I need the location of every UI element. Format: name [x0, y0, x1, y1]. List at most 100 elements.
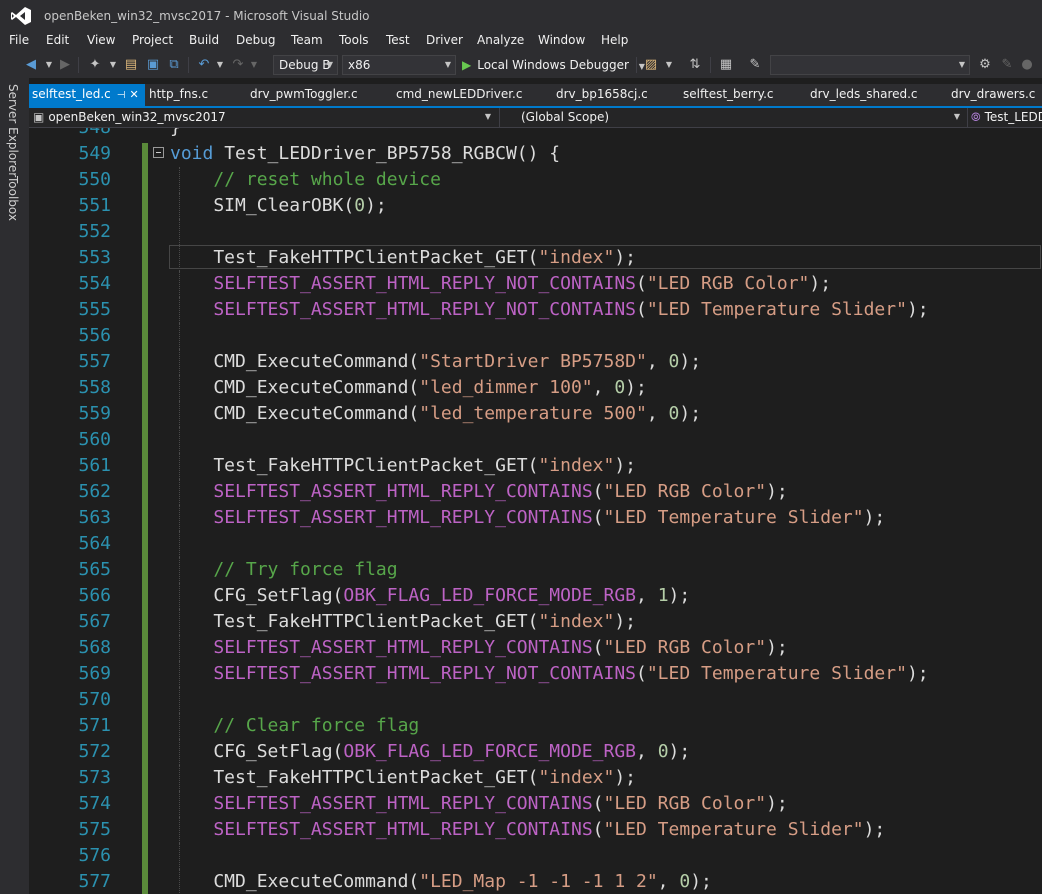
- code-token: SELFTEST_ASSERT_HTML_REPLY_CONTAINS: [213, 637, 593, 658]
- code-line[interactable]: 571 // Clear force flag: [29, 713, 1042, 739]
- code-line[interactable]: 572 CFG_SetFlag(OBK_FLAG_LED_FORCE_MODE_…: [29, 739, 1042, 765]
- menu-project[interactable]: Project: [132, 33, 173, 47]
- code-line[interactable]: 560: [29, 427, 1042, 453]
- code-line[interactable]: 553 Test_FakeHTTPClientPacket_GET("index…: [29, 245, 1042, 271]
- code-token: );: [668, 585, 691, 606]
- undo-dropdown-icon[interactable]: ▼: [211, 56, 229, 74]
- code-line[interactable]: 548}: [29, 128, 1042, 141]
- step-icon[interactable]: ⇅: [686, 56, 704, 74]
- code-token: );: [766, 793, 788, 814]
- scope-select[interactable]: (Global Scope) ▼: [521, 108, 966, 126]
- comment-icon[interactable]: ▦: [717, 56, 735, 74]
- line-number: 566: [78, 585, 111, 606]
- tab-drv-leds-shared[interactable]: drv_leds_shared.c: [810, 87, 918, 101]
- tab-drv-bp1658cj[interactable]: drv_bp1658cj.c: [556, 87, 648, 101]
- project-select[interactable]: ▣ openBeken_win32_mvsc2017 ▼: [33, 108, 497, 126]
- tab-drv-pwmtoggler[interactable]: drv_pwmToggler.c: [250, 87, 358, 101]
- code-line[interactable]: 564: [29, 531, 1042, 557]
- code-line[interactable]: 556: [29, 323, 1042, 349]
- pin-icon[interactable]: ⊣: [117, 90, 126, 101]
- code-line[interactable]: 569 SELFTEST_ASSERT_HTML_REPLY_NOT_CONTA…: [29, 661, 1042, 687]
- menu-debug[interactable]: Debug: [236, 33, 275, 47]
- code-line[interactable]: 566 CFG_SetFlag(OBK_FLAG_LED_FORCE_MODE_…: [29, 583, 1042, 609]
- code-token: (: [636, 299, 647, 320]
- code-token: "LED Temperature Slider": [603, 507, 864, 528]
- code-line[interactable]: 562 SELFTEST_ASSERT_HTML_REPLY_CONTAINS(…: [29, 479, 1042, 505]
- code-line[interactable]: 552: [29, 219, 1042, 245]
- menu-tools[interactable]: Tools: [339, 33, 369, 47]
- code-line[interactable]: 549 void Test_LEDDriver_BP5758_RGBCW() {: [29, 141, 1042, 167]
- toolbox-tab[interactable]: Toolbox: [6, 176, 20, 221]
- menu-team[interactable]: Team: [291, 33, 323, 47]
- menu-analyze[interactable]: Analyze: [477, 33, 524, 47]
- code-line[interactable]: 563 SELFTEST_ASSERT_HTML_REPLY_CONTAINS(…: [29, 505, 1042, 531]
- code-line[interactable]: 568 SELFTEST_ASSERT_HTML_REPLY_CONTAINS(…: [29, 635, 1042, 661]
- find-combo-input[interactable]: ▼: [770, 55, 970, 75]
- line-number: 569: [78, 663, 111, 684]
- build-icon[interactable]: ⚙: [976, 56, 994, 74]
- collapse-icon[interactable]: [153, 147, 164, 158]
- server-explorer-tab[interactable]: Server Explorer: [6, 84, 20, 177]
- publish-icon[interactable]: ●: [1018, 56, 1036, 74]
- solution-configuration-select[interactable]: Debug B ▼: [273, 55, 338, 75]
- chevron-down-icon: ▼: [958, 60, 965, 69]
- menu-file[interactable]: File: [9, 33, 29, 47]
- open-file-icon[interactable]: ▤: [122, 56, 140, 74]
- menu-view[interactable]: View: [87, 33, 115, 47]
- code-line[interactable]: 550 // reset whole device: [29, 167, 1042, 193]
- code-token: );: [614, 611, 637, 632]
- solution-platform-select[interactable]: x86 ▼: [342, 55, 456, 75]
- find-in-files-icon[interactable]: ✎: [746, 56, 764, 74]
- navigate-forward-icon[interactable]: ▶: [56, 56, 74, 74]
- process-icon[interactable]: ▨: [642, 56, 660, 74]
- code-line[interactable]: 573 Test_FakeHTTPClientPacket_GET("index…: [29, 765, 1042, 791]
- code-line[interactable]: 555 SELFTEST_ASSERT_HTML_REPLY_NOT_CONTA…: [29, 297, 1042, 323]
- new-project-dropdown-icon[interactable]: ▼: [104, 56, 122, 74]
- code-line[interactable]: 559 CMD_ExecuteCommand("led_temperature …: [29, 401, 1042, 427]
- code-line[interactable]: 558 CMD_ExecuteCommand("led_dimmer 100",…: [29, 375, 1042, 401]
- code-line[interactable]: 567 Test_FakeHTTPClientPacket_GET("index…: [29, 609, 1042, 635]
- visual-studio-logo-icon: [11, 7, 31, 25]
- code-line[interactable]: 577 CMD_ExecuteCommand("LED_Map -1 -1 -1…: [29, 869, 1042, 894]
- member-select[interactable]: ⦾ Test_LEDD: [971, 108, 1042, 126]
- code-line[interactable]: 554 SELFTEST_ASSERT_HTML_REPLY_NOT_CONTA…: [29, 271, 1042, 297]
- redo-dropdown-icon[interactable]: ▼: [245, 56, 263, 74]
- code-line[interactable]: 576: [29, 843, 1042, 869]
- code-line[interactable]: 574 SELFTEST_ASSERT_HTML_REPLY_CONTAINS(…: [29, 791, 1042, 817]
- code-token: Test_FakeHTTPClientPacket_GET(: [170, 455, 539, 476]
- edit-icon[interactable]: ✎: [998, 56, 1016, 74]
- code-line[interactable]: 570: [29, 687, 1042, 713]
- tab-drv-drawers[interactable]: drv_drawers.c: [951, 87, 1035, 101]
- start-debugging-button[interactable]: ▶ Local Windows Debugger ▼: [462, 55, 645, 75]
- code-line[interactable]: 575 SELFTEST_ASSERT_HTML_REPLY_CONTAINS(…: [29, 817, 1042, 843]
- menu-window[interactable]: Window: [538, 33, 585, 47]
- code-text: SELFTEST_ASSERT_HTML_REPLY_CONTAINS("LED…: [170, 635, 787, 661]
- menu-help[interactable]: Help: [601, 33, 628, 47]
- save-icon[interactable]: ▣: [144, 56, 162, 74]
- tab-selftest-led[interactable]: selftest_led.c ⊣ ✕: [29, 84, 145, 106]
- code-line[interactable]: 565 // Try force flag: [29, 557, 1042, 583]
- navigate-back-icon[interactable]: ◀: [22, 56, 40, 74]
- code-token: );: [690, 871, 712, 892]
- tab-cmd-newleddriver[interactable]: cmd_newLEDDriver.c: [396, 87, 522, 101]
- code-text: SELFTEST_ASSERT_HTML_REPLY_CONTAINS("LED…: [170, 791, 788, 817]
- code-line[interactable]: 557 CMD_ExecuteCommand("StartDriver BP57…: [29, 349, 1042, 375]
- line-number: 576: [78, 845, 111, 866]
- close-icon[interactable]: ✕: [130, 88, 139, 101]
- code-token: );: [614, 247, 637, 268]
- tab-http-fns[interactable]: http_fns.c: [149, 87, 208, 101]
- code-token: OBK_FLAG_LED_FORCE_MODE_RGB: [343, 585, 636, 606]
- new-project-icon[interactable]: ✦: [86, 56, 104, 74]
- process-dropdown-icon[interactable]: ▼: [660, 56, 678, 74]
- code-token: "StartDriver BP5758D": [419, 351, 647, 372]
- tab-selftest-berry[interactable]: selftest_berry.c: [683, 87, 774, 101]
- menu-driver[interactable]: Driver: [426, 33, 463, 47]
- menu-edit[interactable]: Edit: [46, 33, 69, 47]
- code-token: 0: [668, 351, 680, 372]
- code-line[interactable]: 561 Test_FakeHTTPClientPacket_GET("index…: [29, 453, 1042, 479]
- code-editor[interactable]: 548} 549 void Test_LEDDriver_BP5758_RGBCW(…: [29, 128, 1042, 894]
- menu-build[interactable]: Build: [189, 33, 219, 47]
- code-line[interactable]: 551 SIM_ClearOBK(0);: [29, 193, 1042, 219]
- save-all-icon[interactable]: ⧉: [165, 56, 183, 74]
- menu-test[interactable]: Test: [386, 33, 410, 47]
